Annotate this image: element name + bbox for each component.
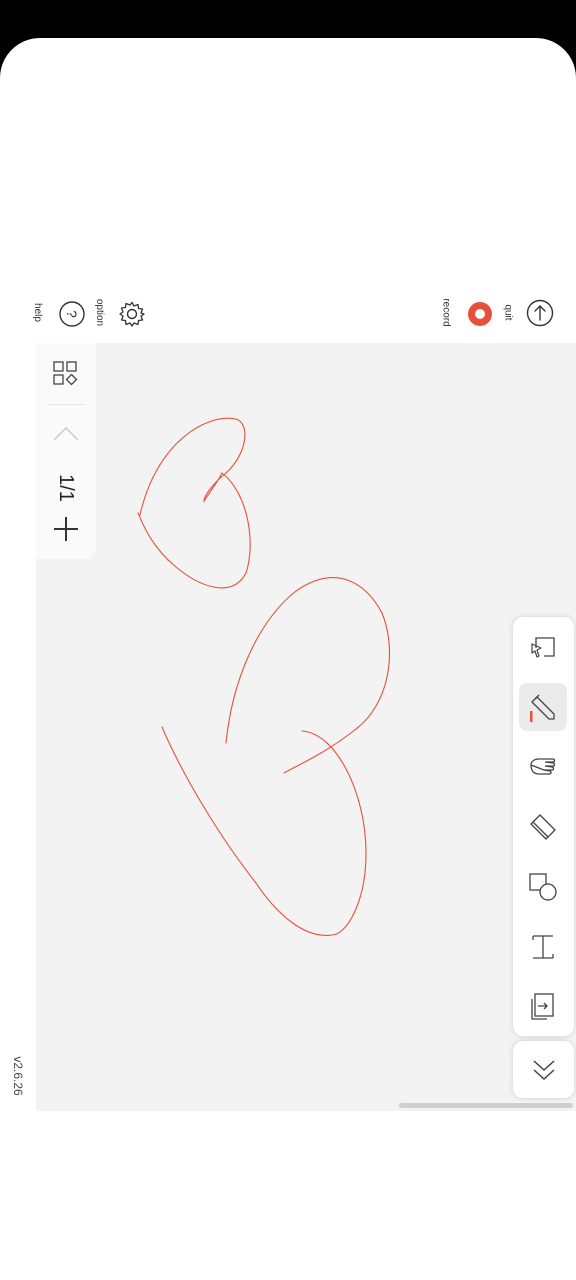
tool-bar (513, 617, 574, 1036)
select-icon (531, 637, 555, 658)
import-tool[interactable] (519, 983, 567, 1031)
collapse-toolbar-button[interactable] (513, 1041, 574, 1098)
page-overview-icon[interactable] (53, 361, 79, 387)
svg-text:?: ? (64, 310, 80, 318)
shape-icon (529, 873, 557, 901)
hand-tool[interactable] (519, 743, 567, 791)
pen-tool[interactable] (519, 683, 567, 731)
select-tool[interactable] (519, 624, 567, 672)
quit-label: quit (502, 304, 514, 321)
help-icon[interactable]: ? (58, 300, 86, 328)
eraser-tool[interactable] (519, 803, 567, 851)
shape-tool[interactable] (519, 863, 567, 911)
drawing-canvas[interactable] (36, 343, 576, 1111)
double-chevron-down-icon (533, 1060, 555, 1081)
panel-divider (48, 404, 84, 405)
app-window: help ? option record quit 1/1 v2.6.26 (0, 38, 576, 1280)
previous-page-icon[interactable] (52, 425, 80, 443)
record-icon[interactable] (467, 301, 493, 327)
horizontal-scrollbar[interactable] (399, 1103, 573, 1108)
version-label: v2.6.26 (11, 1056, 25, 1096)
page-panel: 1/1 (36, 343, 96, 559)
page-indicator: 1/1 (55, 474, 77, 502)
gear-icon[interactable] (118, 300, 146, 328)
help-label: help (31, 303, 43, 322)
add-page-icon[interactable] (53, 516, 79, 542)
import-icon (531, 993, 554, 1020)
drawing-strokes (137, 417, 391, 936)
top-bar: help ? option record quit (0, 293, 576, 333)
eraser-icon (530, 814, 556, 840)
option-label: option (94, 298, 106, 327)
quit-icon[interactable] (526, 299, 554, 327)
text-icon (532, 935, 554, 959)
record-label: record (440, 298, 452, 327)
text-tool[interactable] (519, 923, 567, 971)
hand-icon (530, 758, 556, 775)
pen-icon (530, 694, 555, 722)
